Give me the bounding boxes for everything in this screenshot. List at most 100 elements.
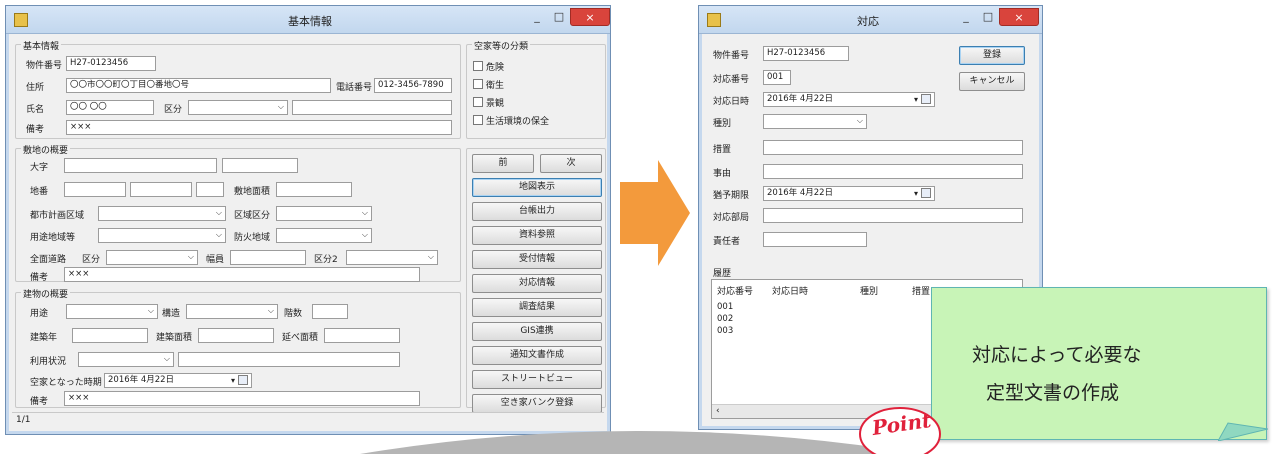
oaza-field[interactable]: [64, 158, 217, 173]
chevron-down-icon: ⌵: [215, 230, 222, 239]
maximize-button[interactable]: □: [977, 8, 999, 26]
site-area-label: 敷地面積: [234, 187, 271, 197]
lot-field-1[interactable]: [64, 182, 126, 197]
callout-box: 対応によって必要な 定型文書の作成: [931, 287, 1268, 441]
phone-field[interactable]: 012-3456-7890: [374, 78, 452, 93]
category-combo[interactable]: ⌵: [188, 100, 288, 115]
gis-button[interactable]: GIS連携: [472, 322, 602, 341]
usage-label: 利用状況: [30, 357, 67, 367]
calendar-icon[interactable]: [238, 375, 248, 385]
usage-combo[interactable]: ⌵: [78, 352, 174, 367]
oaza-label: 大字: [30, 163, 49, 173]
column-header[interactable]: 対応番号: [717, 284, 753, 297]
site-area-field[interactable]: [276, 182, 352, 197]
maximize-button[interactable]: □: [548, 8, 570, 26]
property-no-field[interactable]: H27-0123456: [66, 56, 156, 71]
checkbox-label: 生活環境の保全: [486, 117, 550, 127]
next-button[interactable]: 次: [540, 154, 602, 173]
close-button[interactable]: ×: [570, 8, 610, 26]
date-value: 2016年 4月22日: [108, 375, 175, 385]
checkbox-environment[interactable]: 生活環境の保全: [473, 114, 549, 127]
checkbox-hygiene[interactable]: 衛生: [473, 78, 504, 91]
column-header[interactable]: 種別: [860, 284, 878, 297]
response-button[interactable]: 対応情報: [472, 274, 602, 293]
response-date-datepicker[interactable]: 2016年 4月22日 ▾: [763, 92, 935, 107]
group-title: 敷地の概要: [21, 143, 71, 156]
calendar-icon[interactable]: [921, 94, 931, 104]
chevron-down-icon: ⌵: [361, 208, 368, 217]
column-header[interactable]: 措置: [912, 284, 930, 297]
list-item[interactable]: 003: [717, 326, 733, 336]
checkbox-icon: [473, 97, 483, 107]
fire-zone-label: 防火地域: [234, 233, 271, 243]
checkbox-danger[interactable]: 危険: [473, 60, 504, 73]
history-label: 履歴: [713, 269, 732, 279]
type-combo[interactable]: ⌵: [763, 114, 867, 129]
fire-zone-combo[interactable]: ⌵: [276, 228, 372, 243]
use-zone-combo[interactable]: ⌵: [98, 228, 226, 243]
zone-class-label: 区域区分: [234, 211, 271, 221]
structure-combo[interactable]: ⌵: [186, 304, 278, 319]
use-combo[interactable]: ⌵: [66, 304, 158, 319]
city-plan-combo[interactable]: ⌵: [98, 206, 226, 221]
register-button[interactable]: 登録: [959, 46, 1025, 65]
usage-detail-field[interactable]: [178, 352, 400, 367]
point-badge: Point: [858, 398, 942, 454]
chevron-down-icon: ▾: [913, 189, 918, 198]
oaza-sub-field[interactable]: [222, 158, 298, 173]
structure-label: 構造: [162, 309, 181, 319]
response-no-field[interactable]: 001: [763, 70, 791, 85]
property-no-field[interactable]: H27-0123456: [763, 46, 849, 61]
person-field[interactable]: [763, 232, 867, 247]
minimize-button[interactable]: _: [955, 8, 977, 26]
floor-area-field[interactable]: [324, 328, 400, 343]
floors-field[interactable]: [312, 304, 348, 319]
building-area-label: 建築面積: [156, 333, 193, 343]
category-detail-field[interactable]: [292, 100, 452, 115]
property-no-label: 物件番号: [713, 51, 750, 61]
measure-field[interactable]: [763, 140, 1023, 155]
chevron-down-icon: ⌵: [267, 306, 274, 315]
reception-button[interactable]: 受付情報: [472, 250, 602, 269]
docs-button[interactable]: 資料参照: [472, 226, 602, 245]
map-button[interactable]: 地図表示: [472, 178, 602, 197]
built-year-field[interactable]: [72, 328, 148, 343]
vacant-since-datepicker[interactable]: 2016年 4月22日 ▾: [104, 373, 252, 388]
list-item[interactable]: 001: [717, 302, 733, 312]
remarks-field[interactable]: ×××: [66, 120, 452, 135]
built-year-label: 建築年: [30, 333, 58, 343]
close-button[interactable]: ×: [999, 8, 1039, 26]
lot-field-3[interactable]: [196, 182, 224, 197]
calendar-icon[interactable]: [921, 188, 931, 198]
road-class-combo[interactable]: ⌵: [106, 250, 198, 265]
building-area-field[interactable]: [198, 328, 274, 343]
site-remarks-label: 備考: [30, 273, 49, 283]
cancel-button[interactable]: キャンセル: [959, 72, 1025, 91]
checkbox-icon: [473, 79, 483, 89]
building-remarks-field[interactable]: ×××: [64, 391, 420, 406]
department-field[interactable]: [763, 208, 1023, 223]
grace-datepicker[interactable]: 2016年 4月22日 ▾: [763, 186, 935, 201]
site-remarks-field[interactable]: ×××: [64, 267, 420, 282]
name-field[interactable]: 〇〇 〇〇: [66, 100, 154, 115]
reason-field[interactable]: [763, 164, 1023, 179]
zone-class-combo[interactable]: ⌵: [276, 206, 372, 221]
notice-button[interactable]: 通知文書作成: [472, 346, 602, 365]
lot-field-2[interactable]: [130, 182, 192, 197]
ledger-button[interactable]: 台帳出力: [472, 202, 602, 221]
list-item[interactable]: 002: [717, 314, 733, 324]
window-title: 基本情報: [288, 15, 332, 28]
bank-register-button[interactable]: 空き家バンク登録: [472, 394, 602, 413]
street-view-button[interactable]: ストリートビュー: [472, 370, 602, 389]
callout-line-2: 定型文書の作成: [986, 382, 1120, 404]
width-field[interactable]: [230, 250, 306, 265]
checkbox-landscape[interactable]: 景観: [473, 96, 504, 109]
minimize-button[interactable]: _: [526, 8, 548, 26]
address-field[interactable]: 〇〇市〇〇町〇丁目〇番地〇号: [66, 78, 331, 93]
survey-button[interactable]: 調査結果: [472, 298, 602, 317]
column-header[interactable]: 対応日時: [772, 284, 808, 297]
reason-label: 事由: [713, 169, 732, 179]
prev-button[interactable]: 前: [472, 154, 534, 173]
vacant-since-label: 空家となった時期: [30, 378, 102, 388]
class2-combo[interactable]: ⌵: [346, 250, 438, 265]
